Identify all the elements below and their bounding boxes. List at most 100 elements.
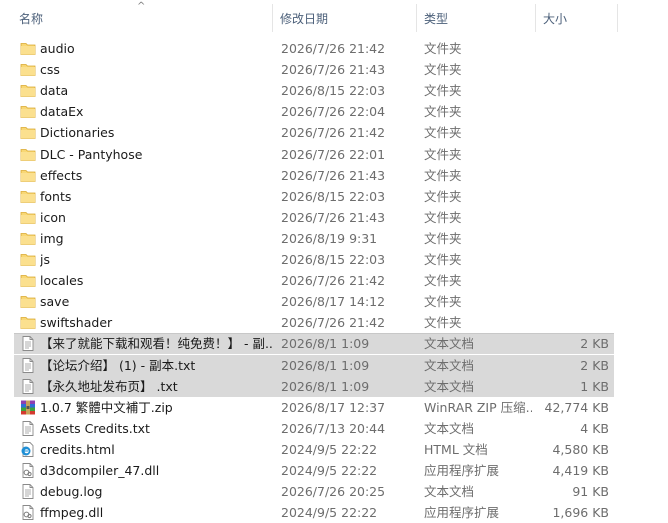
file-row[interactable]: 【来了就能下载和观看！纯免费！】 - 副... 2026/8/1 1:09 文本文档… — [0, 333, 668, 355]
file-name[interactable]: 【论坛介绍】 (1) - 副本.txt — [40, 355, 272, 376]
file-type: 文件夹 — [424, 41, 462, 56]
file-type: 文件夹 — [424, 209, 462, 225]
file-name[interactable]: fonts — [40, 186, 272, 207]
folder-row[interactable]: img 2026/8/19 9:31 文件夹 — [0, 228, 668, 249]
file-modified-date: 2026/7/26 21:42 — [281, 315, 386, 331]
dll-file-icon — [20, 463, 36, 478]
file-size — [520, 312, 609, 333]
file-name[interactable]: img — [40, 228, 272, 249]
folder-row[interactable]: locales 2026/7/26 21:42 文件夹 — [0, 270, 668, 291]
file-name[interactable]: effects — [40, 165, 272, 186]
column-divider[interactable] — [617, 4, 618, 32]
folder-row[interactable]: icon 2026/7/26 21:43 文件夹 — [0, 207, 668, 228]
folder-row[interactable]: audio 2026/7/26 21:42 文件夹 — [0, 38, 668, 59]
folder-row[interactable]: swiftshader 2026/7/26 21:42 文件夹 — [0, 312, 668, 333]
file-type: 文本文档 — [424, 357, 475, 373]
folder-icon — [20, 189, 36, 204]
folder-row[interactable]: save 2026/8/17 14:12 文件夹 — [0, 291, 668, 312]
file-row[interactable]: 1.0.7 繁體中文補丁.zip 2026/8/17 12:37 WinRAR ZI… — [0, 397, 668, 418]
file-name[interactable]: Assets Credits.txt — [40, 418, 272, 439]
file-size — [520, 144, 609, 165]
file-type: 文本文档 — [424, 484, 475, 500]
file-modified-date: 2024/9/5 22:22 — [281, 505, 378, 521]
file-modified-date: 2026/7/26 21:43 — [281, 167, 386, 183]
file-name[interactable]: icon — [40, 207, 272, 228]
file-size — [520, 207, 609, 228]
text-file-icon — [20, 420, 36, 436]
column-divider[interactable] — [416, 4, 417, 32]
file-type: 文件夹 — [424, 146, 462, 162]
file-name[interactable]: 1.0.7 繁體中文補丁.zip — [40, 397, 272, 418]
folder-row[interactable]: css 2026/7/26 21:43 文件夹 — [0, 59, 668, 80]
file-size — [520, 228, 609, 249]
folder-icon — [20, 125, 36, 140]
file-type: 文件夹 — [424, 62, 462, 78]
folder-icon — [20, 273, 36, 288]
file-modified-date: 2026/8/15 22:03 — [281, 188, 386, 204]
file-size — [520, 122, 609, 143]
file-modified-date: 2026/8/1 1:09 — [281, 336, 370, 352]
folder-row[interactable]: data 2026/8/15 22:03 文件夹 — [0, 80, 668, 101]
folder-icon — [20, 83, 36, 98]
folder-icon — [20, 294, 36, 309]
file-modified-date: 2026/8/17 12:37 — [281, 399, 386, 415]
file-name[interactable]: 【来了就能下载和观看！纯免费！】 - 副... — [40, 333, 272, 354]
folder-icon — [20, 168, 36, 183]
column-type-header[interactable]: 类型 — [424, 0, 448, 36]
file-row[interactable]: 【论坛介绍】 (1) - 副本.txt 2026/8/1 1:09 文本文档 2 KB — [0, 354, 668, 376]
file-name[interactable]: css — [40, 59, 272, 80]
dll-file-icon — [20, 505, 36, 521]
file-name[interactable]: data — [40, 80, 272, 101]
folder-row[interactable]: dataEx 2026/7/26 22:04 文件夹 — [0, 101, 668, 122]
file-row[interactable]: 【永久地址发布页】 .txt 2026/8/1 1:09 文本文档 1 KB — [0, 375, 668, 397]
file-type: 文件夹 — [424, 230, 462, 246]
file-name[interactable]: Dictionaries — [40, 122, 272, 143]
file-type: 文本文档 — [424, 378, 475, 394]
column-name-header[interactable]: 名称 — [19, 0, 43, 36]
file-row[interactable]: d3dcompiler_47.dll 2024/9/5 22:22 应用程序扩展 4,… — [0, 460, 668, 481]
file-modified-date: 2026/7/26 21:42 — [281, 125, 386, 141]
folder-row[interactable]: effects 2026/7/26 21:43 文件夹 — [0, 165, 668, 186]
file-size: 91 KB — [572, 484, 609, 500]
file-size: 4,580 KB — [552, 441, 609, 457]
column-divider[interactable] — [535, 4, 536, 32]
file-size: 1 KB — [580, 378, 609, 394]
folder-row[interactable]: Dictionaries 2026/7/26 21:42 文件夹 — [0, 122, 668, 143]
file-name[interactable]: locales — [40, 270, 272, 291]
file-row[interactable]: credits.html 2024/9/5 22:22 HTML 文档 4,580 K… — [0, 439, 668, 460]
file-name[interactable]: js — [40, 249, 272, 270]
column-divider[interactable] — [272, 4, 273, 32]
file-name[interactable]: dataEx — [40, 101, 272, 122]
file-modified-date: 2026/7/26 20:25 — [281, 484, 386, 500]
column-size-header[interactable]: 大小 — [543, 0, 567, 36]
file-row[interactable]: debug.log 2026/7/26 20:25 文本文档 91 KB — [0, 481, 668, 502]
folder-icon — [20, 210, 36, 225]
file-name[interactable]: 【永久地址发布页】 .txt — [40, 376, 272, 397]
text-file-icon — [20, 484, 36, 500]
file-type: 应用程序扩展 — [424, 463, 500, 478]
file-modified-date: 2026/7/26 22:01 — [281, 146, 386, 162]
file-name[interactable]: ffmpeg.dll — [40, 502, 272, 523]
file-size: 42,774 KB — [544, 399, 609, 415]
folder-row[interactable]: DLC - Pantyhose 2026/7/26 22:01 文件夹 — [0, 144, 668, 165]
file-modified-date: 2026/8/15 22:03 — [281, 83, 386, 99]
file-name[interactable]: credits.html — [40, 439, 272, 460]
file-modified-date: 2026/7/26 21:42 — [281, 273, 386, 289]
file-size — [520, 101, 609, 122]
file-modified-date: 2026/8/19 9:31 — [281, 230, 378, 246]
file-name[interactable]: DLC - Pantyhose — [40, 144, 272, 165]
folder-row[interactable]: fonts 2026/8/15 22:03 文件夹 — [0, 186, 668, 207]
file-type: 文件夹 — [424, 315, 462, 331]
file-row[interactable]: Assets Credits.txt 2026/7/13 20:44 文本文档 4 K… — [0, 418, 668, 439]
file-name[interactable]: swiftshader — [40, 312, 272, 333]
file-name[interactable]: audio — [40, 38, 272, 59]
column-date-header[interactable]: 修改日期 — [280, 0, 328, 36]
file-name[interactable]: debug.log — [40, 481, 272, 502]
folder-row[interactable]: js 2026/8/15 22:03 文件夹 — [0, 249, 668, 270]
file-type: 文件夹 — [424, 188, 462, 204]
file-name[interactable]: save — [40, 291, 272, 312]
file-name[interactable]: d3dcompiler_47.dll — [40, 460, 272, 481]
text-file-icon — [20, 378, 36, 394]
file-row[interactable]: ffmpeg.dll 2024/9/5 22:22 应用程序扩展 1,696 KB — [0, 502, 668, 523]
file-modified-date: 2024/9/5 22:22 — [281, 463, 378, 478]
